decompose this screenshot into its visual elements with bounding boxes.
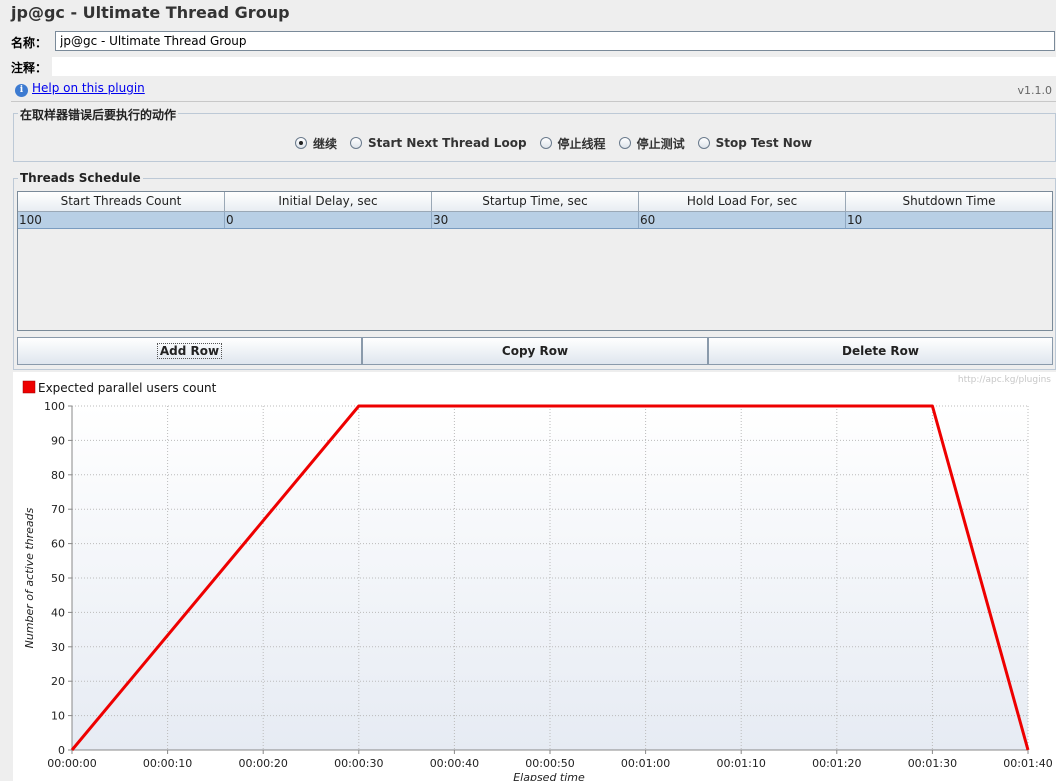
x-tick-label: 00:00:50 (525, 757, 574, 770)
radio-label: Start Next Thread Loop (368, 136, 527, 150)
copy-row-button[interactable]: Copy Row (362, 337, 708, 365)
x-tick-label: 00:00:40 (430, 757, 479, 770)
title-bar: jp@gc - Ultimate Thread Group (0, 0, 1056, 26)
table-row[interactable]: 100 0 30 60 10 (18, 212, 1052, 229)
error-action-group: 在取样器错误后要执行的动作 继续 Start Next Thread Loop … (13, 106, 1056, 162)
x-tick-label: 00:01:40 (1003, 757, 1052, 770)
threads-graph-panel: 0 10 20 30 40 50 60 70 80 90 100 00:00:00 00:00:10 0… (13, 372, 1056, 781)
x-axis-title: Elapsed time (513, 771, 585, 781)
y-tick-label: 70 (51, 503, 65, 516)
y-tick-label: 80 (51, 469, 65, 482)
help-row: i Help on this plugin v1.1.0 (14, 81, 1054, 99)
table-header: Start Threads Count Initial Delay, sec S… (18, 192, 1052, 212)
y-tick-label: 90 (51, 434, 65, 447)
table-cell[interactable]: 60 (639, 212, 846, 228)
page-title: jp@gc - Ultimate Thread Group (11, 3, 290, 22)
radio-button[interactable] (618, 137, 631, 149)
column-header-initial-delay[interactable]: Initial Delay, sec (225, 192, 432, 212)
radio-stop-test-now[interactable]: Stop Test Now (697, 135, 813, 151)
radio-start-next-loop[interactable]: Start Next Thread Loop (350, 135, 527, 151)
add-row-label: Add Row (156, 343, 223, 359)
comment-row: 注释： (11, 56, 1056, 76)
column-header-start-threads[interactable]: Start Threads Count (18, 192, 225, 212)
y-tick-label: 0 (58, 744, 65, 757)
radio-button[interactable] (350, 137, 363, 149)
delete-row-button[interactable]: Delete Row (708, 337, 1053, 365)
radio-label: 停止测试 (636, 136, 685, 151)
y-tick-label: 20 (51, 675, 65, 688)
x-tick-label: 00:01:30 (908, 757, 957, 770)
threads-schedule-title: Threads Schedule (18, 171, 143, 185)
schedule-table[interactable]: Start Threads Count Initial Delay, sec S… (17, 191, 1053, 331)
y-tick-label: 30 (51, 641, 65, 654)
legend-label: Expected parallel users count (38, 381, 217, 395)
y-axis-title: Number of active threads (23, 507, 36, 648)
x-tick-label: 00:01:00 (621, 757, 670, 770)
divider (11, 101, 1056, 102)
error-action-title: 在取样器错误后要执行的动作 (18, 106, 179, 123)
version-label: v1.1.0 (1017, 84, 1053, 97)
name-input[interactable] (55, 31, 1055, 51)
radio-label: Stop Test Now (715, 136, 813, 150)
radio-button-selected[interactable] (295, 137, 307, 149)
x-tick-label: 00:00:20 (238, 757, 287, 770)
radio-stop-thread[interactable]: 停止线程 (539, 135, 606, 151)
threads-chart: 0 10 20 30 40 50 60 70 80 90 100 00:00:00 00:00:10 0… (13, 372, 1056, 781)
radio-button[interactable] (539, 137, 552, 149)
x-tick-label: 00:01:20 (812, 757, 861, 770)
column-header-shutdown-time[interactable]: Shutdown Time (846, 192, 1052, 212)
radio-label: 停止线程 (557, 136, 606, 151)
x-tick-label: 00:01:10 (716, 757, 765, 770)
y-tick-label: 100 (44, 400, 65, 413)
radio-button[interactable] (697, 137, 710, 149)
radio-continue[interactable]: 继续 (295, 135, 337, 151)
radio-stop-test[interactable]: 停止测试 (618, 135, 685, 151)
add-row-button[interactable]: Add Row (17, 337, 362, 365)
x-tick-label: 00:00:00 (47, 757, 96, 770)
x-tick-label: 00:00:10 (143, 757, 192, 770)
comment-label: 注释： (11, 61, 48, 75)
name-row: 名称： (11, 31, 1056, 51)
table-cell[interactable]: 100 (18, 212, 225, 228)
legend-swatch (22, 380, 36, 394)
table-cell[interactable]: 30 (432, 212, 639, 228)
y-tick-label: 50 (51, 572, 65, 585)
info-icon: i (15, 84, 28, 97)
radio-label: 继续 (313, 136, 338, 151)
y-tick-label: 10 (51, 710, 65, 723)
name-label: 名称： (11, 36, 48, 50)
y-tick-label: 40 (51, 606, 65, 619)
comment-input[interactable] (52, 57, 1056, 76)
watermark: http://apc.kg/plugins (958, 375, 1051, 385)
column-header-hold-load[interactable]: Hold Load For, sec (639, 192, 846, 212)
help-link[interactable]: Help on this plugin (32, 81, 145, 95)
column-header-startup-time[interactable]: Startup Time, sec (432, 192, 639, 212)
y-tick-label: 60 (51, 538, 65, 551)
table-cell[interactable]: 0 (225, 212, 432, 228)
schedule-buttons: Add Row Copy Row Delete Row (17, 337, 1053, 365)
error-action-options: 继续 Start Next Thread Loop 停止线程 停止测试 Stop… (295, 135, 825, 151)
x-tick-label: 00:00:30 (334, 757, 383, 770)
table-cell[interactable]: 10 (846, 212, 1052, 228)
